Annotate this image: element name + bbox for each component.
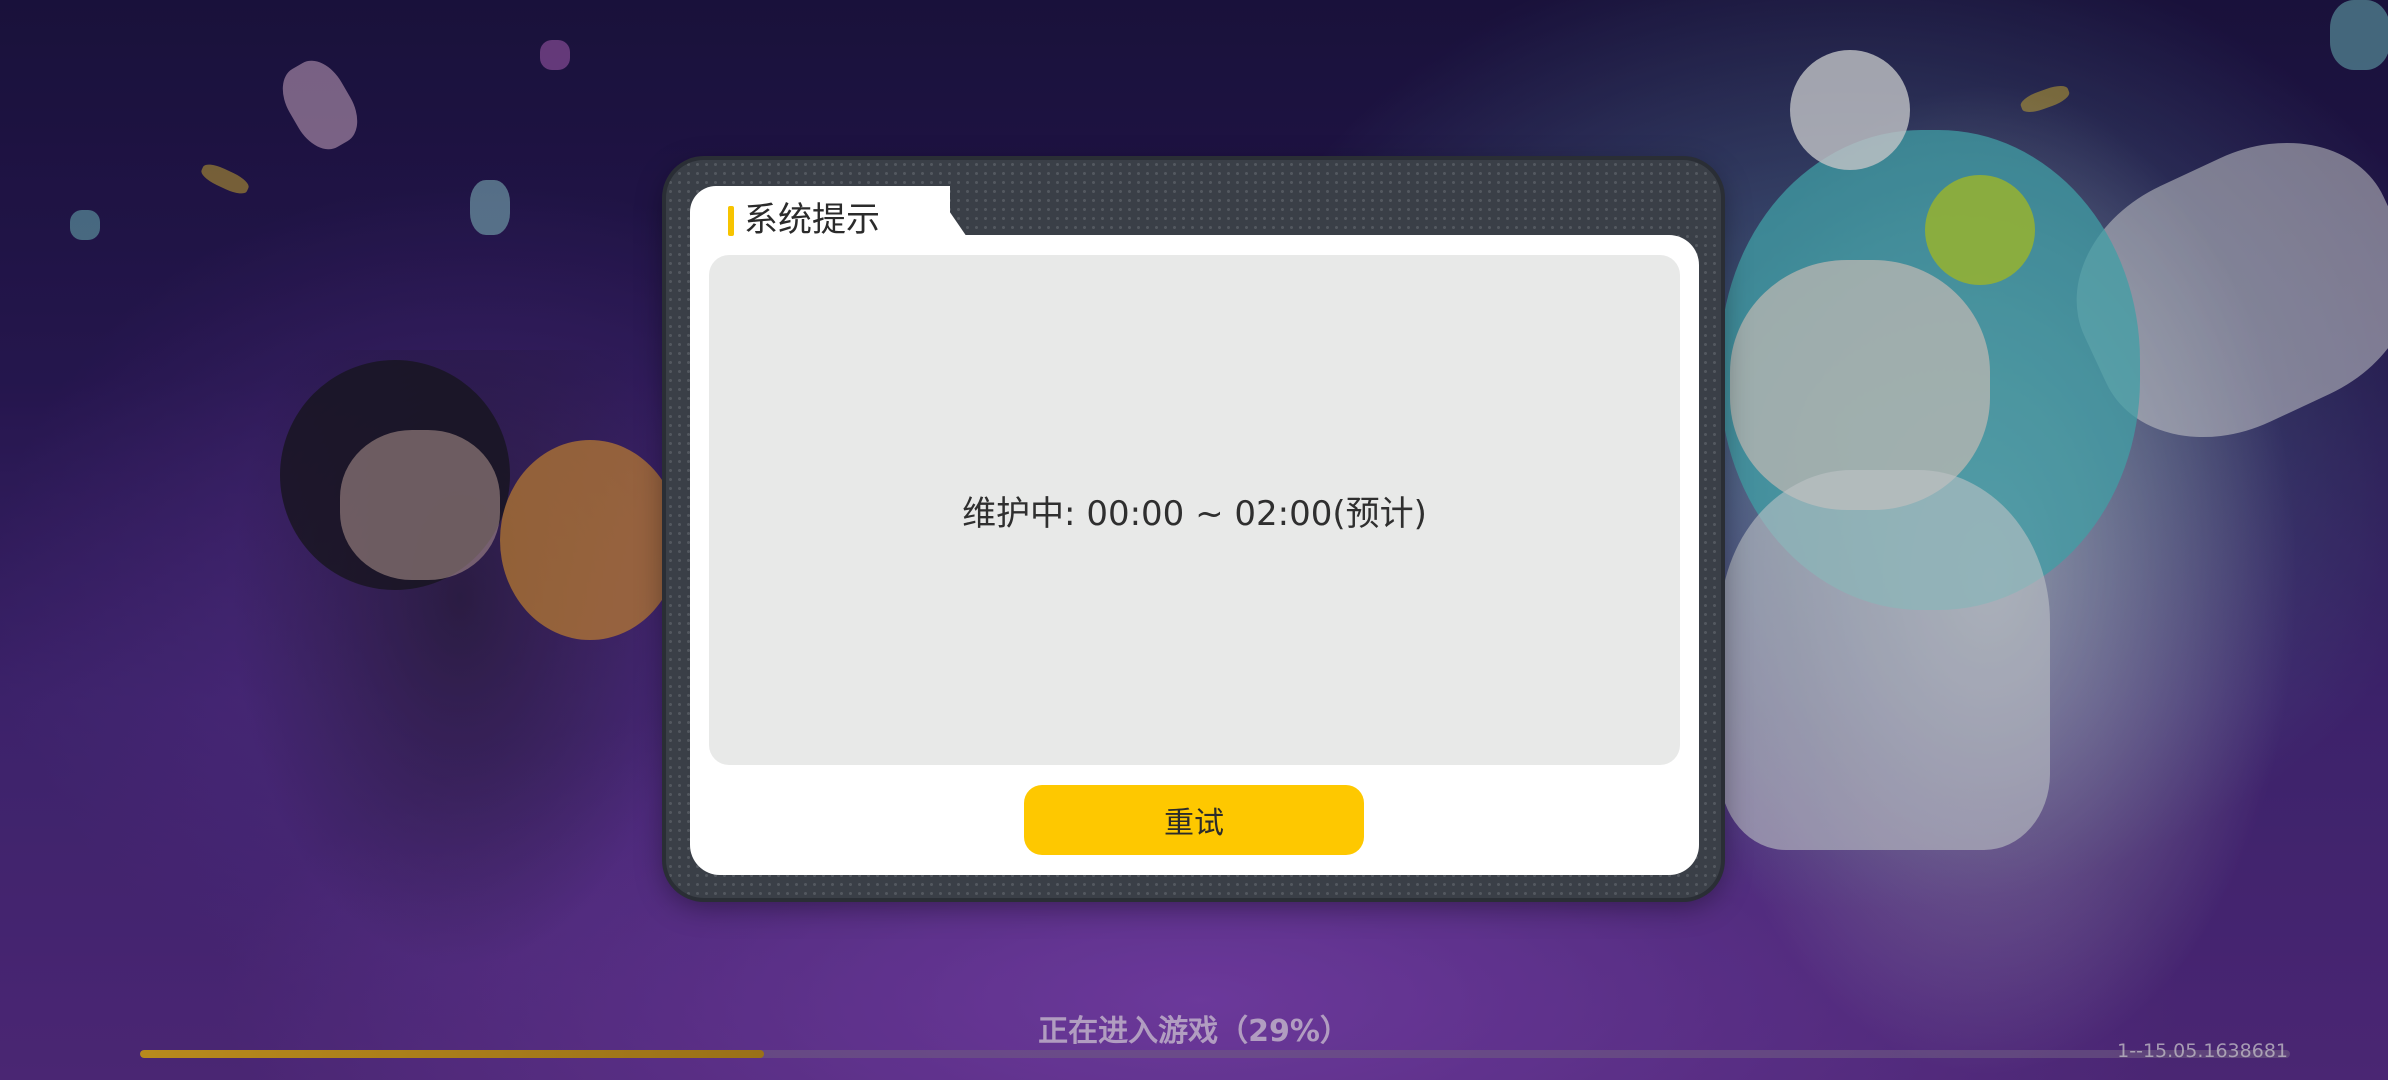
game-screen: 系统提示 维护中: 00:00 ~ 02:00(预计) 重试 正在进入游戏（29… [0,0,2388,1080]
loading-progress-fill [140,1050,764,1058]
loading-status-text: 正在进入游戏（29%） [1038,1014,1350,1049]
retry-button[interactable]: 重试 [1024,785,1364,855]
message-box: 维护中: 00:00 ~ 02:00(预计) [709,255,1680,765]
loading-progress-bar [140,1050,2290,1058]
version-label: 1--15.05.1638681 [2117,1040,2288,1062]
dialog-title: 系统提示 [744,200,880,240]
maintenance-message: 维护中: 00:00 ~ 02:00(预计) [962,493,1427,534]
title-accent-bar [728,206,734,236]
